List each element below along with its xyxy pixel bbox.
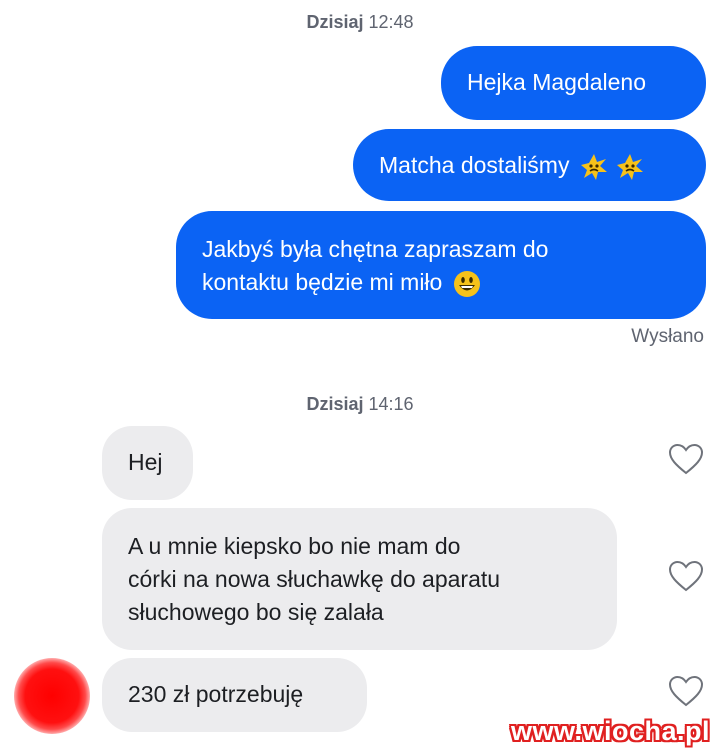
grinning-face-emoji [453, 270, 480, 297]
message-text: Hejka Magdaleno [467, 69, 647, 95]
sent-status: Wysłano [631, 326, 704, 347]
timestamp-time: 14:16 [368, 394, 414, 414]
heart-outline-icon[interactable] [668, 443, 704, 475]
timestamp-day: Dzisiaj [306, 394, 364, 414]
heart-outline-icon[interactable] [668, 675, 704, 707]
timestamp-1: Dzisiaj 12:48 [0, 12, 720, 33]
heart-outline-icon[interactable] [668, 560, 704, 592]
outgoing-message[interactable]: Jakbyś była chętna zapraszam do kontaktu… [176, 211, 706, 319]
message-text-line: Jakbyś była chętna zapraszam do [202, 236, 549, 262]
avatar[interactable] [14, 658, 90, 734]
incoming-message[interactable]: Hej [102, 426, 193, 500]
message-text: Hej [128, 449, 163, 475]
message-text: Matcha dostaliśmy [379, 152, 570, 178]
sparkle-face-emoji [580, 153, 607, 180]
timestamp-time: 12:48 [368, 12, 414, 32]
message-text-line: A u mnie kiepsko bo nie mam do [128, 533, 461, 559]
outgoing-message[interactable]: Matcha dostaliśmy [353, 129, 706, 201]
message-text: 230 zł potrzebuję [128, 681, 304, 707]
watermark: www.wiocha.pl [510, 716, 710, 746]
message-text-line: kontaktu będzie mi miło [202, 269, 443, 295]
message-text-line: słuchowego bo się zalała [128, 599, 384, 625]
timestamp-2: Dzisiaj 14:16 [0, 394, 720, 415]
message-text-line: córki na nowa słuchawkę do aparatu [128, 566, 501, 592]
timestamp-day: Dzisiaj [306, 12, 364, 32]
incoming-message[interactable]: 230 zł potrzebuję [102, 658, 367, 732]
outgoing-message[interactable]: Hejka Magdaleno [441, 46, 706, 120]
incoming-message[interactable]: A u mnie kiepsko bo nie mam do córki na … [102, 508, 617, 650]
sparkle-face-emoji [617, 153, 644, 180]
